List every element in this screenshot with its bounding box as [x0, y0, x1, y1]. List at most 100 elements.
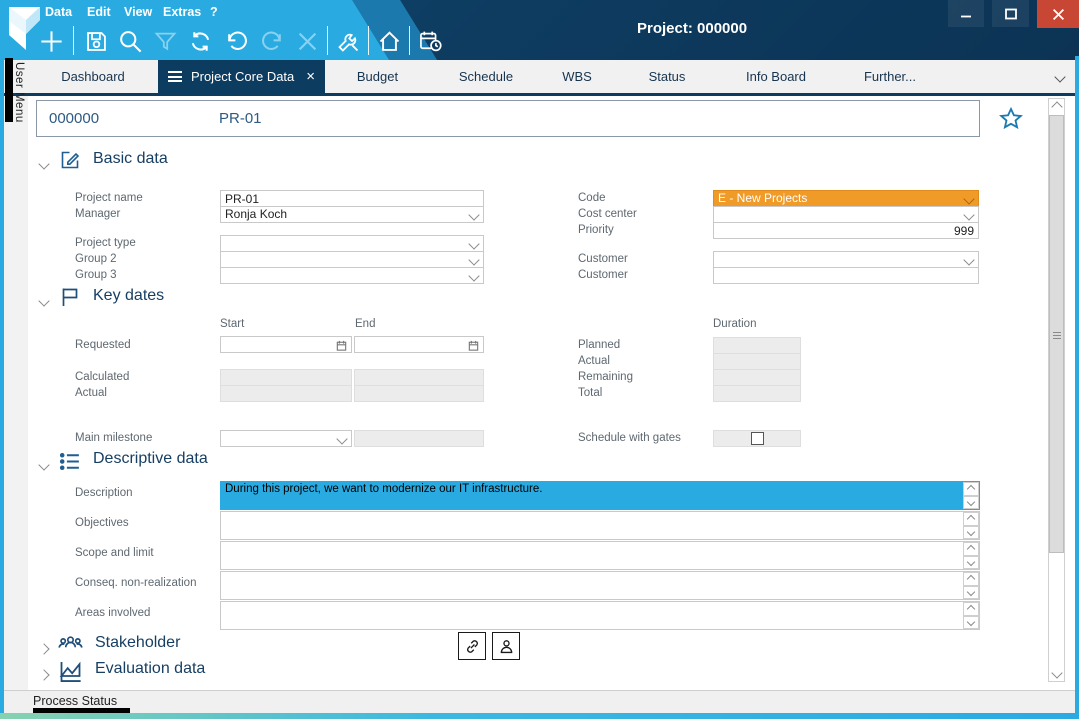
tab-further[interactable]: Further...	[830, 60, 950, 93]
field-label: Actual	[75, 387, 107, 399]
home-icon[interactable]	[372, 24, 406, 58]
person-button[interactable]	[492, 632, 520, 660]
section-expand-chevron[interactable]	[40, 640, 48, 658]
areas-involved-textarea[interactable]	[220, 601, 980, 630]
tab-label: Budget	[357, 69, 398, 84]
chevron-down-icon	[336, 433, 347, 444]
main-milestone-select[interactable]	[220, 430, 352, 447]
refresh-icon[interactable]	[183, 24, 217, 58]
menu-help[interactable]: ?	[210, 5, 218, 19]
description-textarea[interactable]: During this project, we want to moderniz…	[220, 481, 980, 510]
window-border-right	[1075, 56, 1079, 713]
scope-and-limit-textarea[interactable]	[220, 541, 980, 570]
tab-info-board[interactable]: Info Board	[722, 60, 830, 93]
tab-wbs[interactable]: WBS	[542, 60, 612, 93]
cost-center-select[interactable]	[713, 206, 979, 223]
maximize-button[interactable]	[992, 0, 1029, 27]
remaining-duration-field	[713, 369, 801, 386]
search-icon[interactable]	[113, 24, 147, 58]
favorite-star-icon[interactable]	[998, 106, 1024, 137]
scrollbar-thumb[interactable]	[1049, 115, 1064, 553]
project-name-input[interactable]	[220, 190, 484, 207]
requested-end-date-input[interactable]	[354, 336, 484, 353]
code-select[interactable]: E - New Projects	[713, 190, 979, 207]
customer-input[interactable]	[713, 267, 979, 284]
field-label: Description	[75, 487, 133, 499]
selected-text: During this project, we want to moderniz…	[221, 482, 963, 509]
link-button[interactable]	[458, 632, 486, 660]
tab-status[interactable]: Status	[612, 60, 722, 93]
section-collapse-chevron[interactable]	[40, 155, 48, 173]
scroll-down-icon[interactable]	[963, 586, 979, 600]
menu-edit[interactable]: Edit	[87, 5, 111, 19]
field-label: Priority	[578, 224, 614, 236]
menu-data[interactable]: Data	[45, 5, 72, 19]
field-label: Requested	[75, 339, 131, 351]
scroll-up-icon[interactable]	[963, 482, 979, 496]
planning-calendar-icon[interactable]	[413, 24, 447, 58]
tab-schedule[interactable]: Schedule	[430, 60, 542, 93]
menu-view[interactable]: View	[124, 5, 152, 19]
scroll-down-icon[interactable]	[963, 496, 979, 510]
requested-start-date-input[interactable]	[220, 336, 352, 353]
field-label: Cost center	[578, 208, 637, 220]
scroll-down-icon[interactable]	[963, 526, 979, 540]
priority-input[interactable]	[713, 222, 979, 239]
calendar-icon[interactable]	[467, 339, 480, 355]
chevron-down-icon	[468, 238, 479, 249]
section-expand-chevron[interactable]	[40, 666, 48, 684]
chevron-down-icon	[468, 209, 479, 220]
minimize-button[interactable]	[948, 0, 984, 27]
project-code: PR-01	[219, 110, 262, 127]
filter-icon[interactable]	[148, 24, 182, 58]
manager-select[interactable]: Ronja Koch	[220, 206, 484, 223]
section-title-descriptive-data: Descriptive data	[93, 450, 208, 468]
scroll-down-icon[interactable]	[963, 616, 979, 630]
group-3-select[interactable]	[220, 267, 484, 284]
plus-icon[interactable]	[34, 24, 68, 58]
scroll-up-icon[interactable]	[963, 602, 979, 616]
hamburger-icon	[168, 69, 182, 85]
tools-icon[interactable]	[331, 24, 365, 58]
tab-label: Schedule	[459, 69, 513, 84]
cancel-icon[interactable]	[290, 24, 324, 58]
field-label: Scope and limit	[75, 547, 154, 559]
column-header-start: Start	[220, 318, 244, 330]
tab-dashboard[interactable]: Dashboard	[28, 60, 158, 93]
section-title-evaluation-data: Evaluation data	[95, 660, 205, 678]
section-collapse-chevron[interactable]	[40, 292, 48, 310]
calendar-icon[interactable]	[335, 339, 348, 355]
actual-duration-field	[713, 353, 801, 370]
save-icon[interactable]	[79, 24, 113, 58]
project-type-select[interactable]	[220, 235, 484, 252]
tab-close-icon[interactable]: ×	[306, 68, 315, 85]
project-header-box[interactable]: 000000 PR-01	[36, 100, 980, 137]
side-accent-bar	[5, 58, 13, 122]
menu-extras[interactable]: Extras	[163, 5, 201, 19]
tab-project-core-data[interactable]: Project Core Data ×	[158, 60, 325, 93]
scrollbar-down-icon[interactable]	[1049, 665, 1064, 681]
list-icon	[57, 449, 82, 479]
select-value: Ronja Koch	[225, 207, 287, 221]
tab-label: Status	[649, 69, 686, 84]
group-2-select[interactable]	[220, 251, 484, 268]
scroll-up-icon[interactable]	[963, 572, 979, 586]
main-milestone-date-field	[354, 430, 484, 447]
scrollbar-up-icon[interactable]	[1049, 99, 1064, 115]
scroll-up-icon[interactable]	[963, 512, 979, 526]
scroll-up-icon[interactable]	[963, 542, 979, 556]
conseq-non-realization-textarea[interactable]	[220, 571, 980, 600]
section-collapse-chevron[interactable]	[40, 456, 48, 474]
customer-select[interactable]	[713, 251, 979, 268]
vertical-scrollbar[interactable]	[1048, 98, 1065, 682]
close-button[interactable]	[1037, 0, 1079, 28]
evaluation-chart-icon	[57, 658, 84, 690]
schedule-with-gates-checkbox[interactable]	[751, 432, 764, 445]
objectives-textarea[interactable]	[220, 511, 980, 540]
tab-overflow-chevron-icon[interactable]	[1056, 68, 1064, 86]
scroll-down-icon[interactable]	[963, 556, 979, 570]
tab-budget[interactable]: Budget	[325, 60, 430, 93]
user-menu-vertical-tab[interactable]: User Menu	[13, 62, 25, 123]
undo-icon[interactable]	[219, 24, 253, 58]
redo-icon[interactable]	[255, 24, 289, 58]
